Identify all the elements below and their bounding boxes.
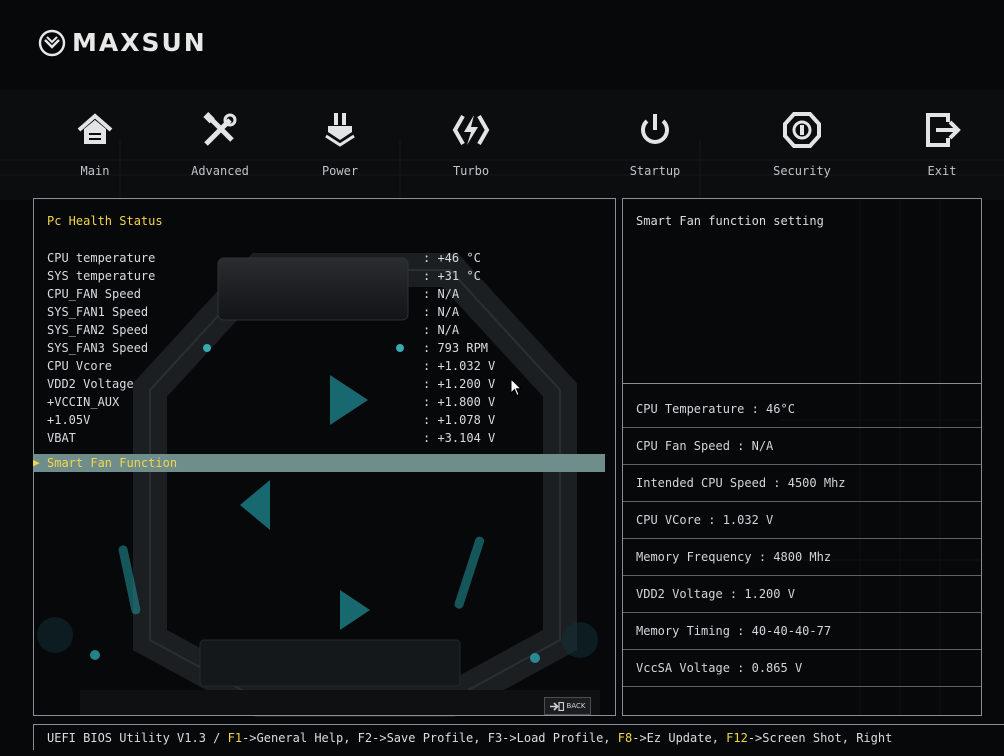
health-row-value: : +46 °C <box>423 251 481 265</box>
footer-prefix: UEFI BIOS Utility V1.3 / <box>47 731 228 745</box>
health-row-value: : N/A <box>423 323 460 337</box>
brand-name: MAXSUN <box>72 28 207 57</box>
health-row-label: CPU_FAN Speed <box>47 287 141 301</box>
info-vdd2-voltage: VDD2 Voltage : 1.200 V <box>623 576 981 613</box>
security-shield-icon <box>783 112 821 148</box>
tab-advanced-label: Advanced <box>191 164 249 178</box>
health-row-value: : +31 °C <box>423 269 481 283</box>
tab-main[interactable]: Main <box>50 110 140 178</box>
health-row: CPU temperature : +46 °C <box>47 250 617 266</box>
health-row-value: : +1.200 V <box>423 377 496 391</box>
health-row: VDD2 Voltage : +1.200 V <box>47 376 617 392</box>
smart-fan-function-item[interactable]: ▶ Smart Fan Function <box>33 454 605 472</box>
health-row-value: : 793 RPM <box>423 341 489 355</box>
tab-power[interactable]: Power <box>295 110 385 178</box>
health-row-label: CPU temperature <box>47 251 156 265</box>
tab-turbo[interactable]: Turbo <box>426 110 516 178</box>
health-row-label: SYS_FAN2 Speed <box>47 323 149 337</box>
tab-advanced[interactable]: Advanced <box>175 110 265 178</box>
health-row-label: SYS_FAN3 Speed <box>47 341 149 355</box>
home-icon <box>77 113 113 144</box>
tab-main-label: Main <box>80 164 110 178</box>
footer-f8-text: ->Ez Update, <box>632 731 727 745</box>
smart-fan-function-label: Smart Fan Function <box>47 456 178 470</box>
health-row-value: : +1.032 V <box>423 359 496 373</box>
tab-exit[interactable]: Exit <box>897 110 987 178</box>
mouse-cursor-icon <box>510 378 523 397</box>
power-plug-icon <box>325 113 355 147</box>
tab-startup-label: Startup <box>629 164 681 178</box>
tools-icon <box>203 112 237 146</box>
health-row: VBAT : +3.104 V <box>47 430 617 446</box>
health-row-label: VBAT <box>47 431 76 445</box>
tab-exit-label: Exit <box>927 164 957 178</box>
tab-startup[interactable]: Startup <box>610 110 700 178</box>
health-row: +1.05V : +1.078 V <box>47 412 617 428</box>
info-memory-frequency: Memory Frequency : 4800 Mhz <box>623 539 981 576</box>
startup-power-icon <box>641 114 669 144</box>
health-row-label: +1.05V <box>47 413 91 427</box>
health-row-label: CPU Vcore <box>47 359 113 373</box>
health-row-value: : +1.078 V <box>423 413 496 427</box>
footer-f8-key: F8 <box>617 731 633 745</box>
info-panel: Smart Fan function setting CPU Temperatu… <box>622 198 982 716</box>
health-row-label: VDD2 Voltage <box>47 377 134 391</box>
info-cpu-vcore: CPU VCore : 1.032 V <box>623 502 981 539</box>
tab-turbo-label: Turbo <box>452 164 490 178</box>
health-row-value: : +3.104 V <box>423 431 496 445</box>
maxsun-helmet-icon <box>38 29 66 56</box>
help-divider <box>623 383 981 384</box>
footer-f12-key: F12 <box>726 731 748 745</box>
tab-security-label: Security <box>773 164 831 178</box>
info-vccsa-voltage: VccSA Voltage : 0.865 V <box>623 650 981 687</box>
health-row: CPU Vcore : +1.032 V <box>47 358 617 374</box>
health-row-label: SYS temperature <box>47 269 156 283</box>
health-row-label: SYS_FAN1 Speed <box>47 305 149 319</box>
tab-power-label: Power <box>321 164 359 178</box>
back-button[interactable]: BACK <box>544 697 591 715</box>
footer-f1-key: F1 <box>227 731 243 745</box>
health-row-value: : N/A <box>423 287 460 301</box>
info-cpu-temperature: CPU Temperature : 46°C <box>623 391 981 428</box>
health-row-value: : +1.800 V <box>423 395 496 409</box>
health-row-value: : N/A <box>423 305 460 319</box>
back-button-label: BACK <box>566 702 586 710</box>
turbo-bolt-icon <box>452 115 490 145</box>
exit-icon <box>926 113 961 147</box>
top-nav: Main Advanced Power Turbo Startup Securi… <box>0 110 1004 190</box>
help-text: Smart Fan function setting <box>636 214 824 228</box>
maxsun-logo: MAXSUN <box>38 28 207 57</box>
footer-f1-text: ->General Help, F2->Save Profile, F3->Lo… <box>242 731 618 745</box>
section-title: Pc Health Status <box>47 214 163 228</box>
health-row: SYS temperature : +31 °C <box>47 268 617 284</box>
info-cpu-fan-speed: CPU Fan Speed : N/A <box>623 428 981 465</box>
footer-f12-text: ->Screen Shot, Right <box>747 731 893 745</box>
health-row: +VCCIN_AUX : +1.800 V <box>47 394 617 410</box>
tab-security[interactable]: Security <box>757 110 847 178</box>
health-row: SYS_FAN2 Speed : N/A <box>47 322 617 338</box>
info-intended-cpu-speed: Intended CPU Speed : 4500 Mhz <box>623 465 981 502</box>
health-row-label: +VCCIN_AUX <box>47 395 120 409</box>
health-row: SYS_FAN3 Speed : 793 RPM <box>47 340 617 356</box>
footer-help-bar: UEFI BIOS Utility V1.3 / F1->General Hel… <box>33 724 1004 750</box>
health-status-panel: Pc Health Status CPU temperature : +46 °… <box>33 198 616 716</box>
health-row: CPU_FAN Speed : N/A <box>47 286 617 302</box>
back-arrow-icon <box>549 701 564 711</box>
health-row: SYS_FAN1 Speed : N/A <box>47 304 617 320</box>
selection-arrow-icon: ▶ <box>33 456 40 469</box>
info-memory-timing: Memory Timing : 40-40-40-77 <box>623 613 981 650</box>
